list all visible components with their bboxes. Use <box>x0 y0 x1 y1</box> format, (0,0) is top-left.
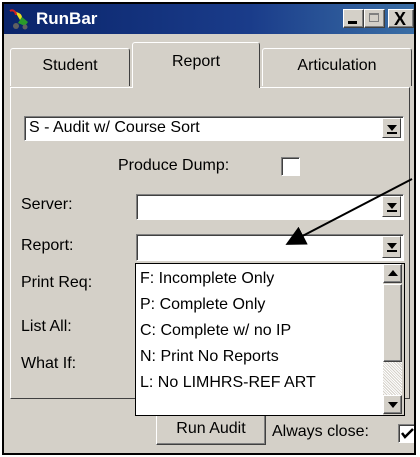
annotation-arrow <box>285 178 413 245</box>
